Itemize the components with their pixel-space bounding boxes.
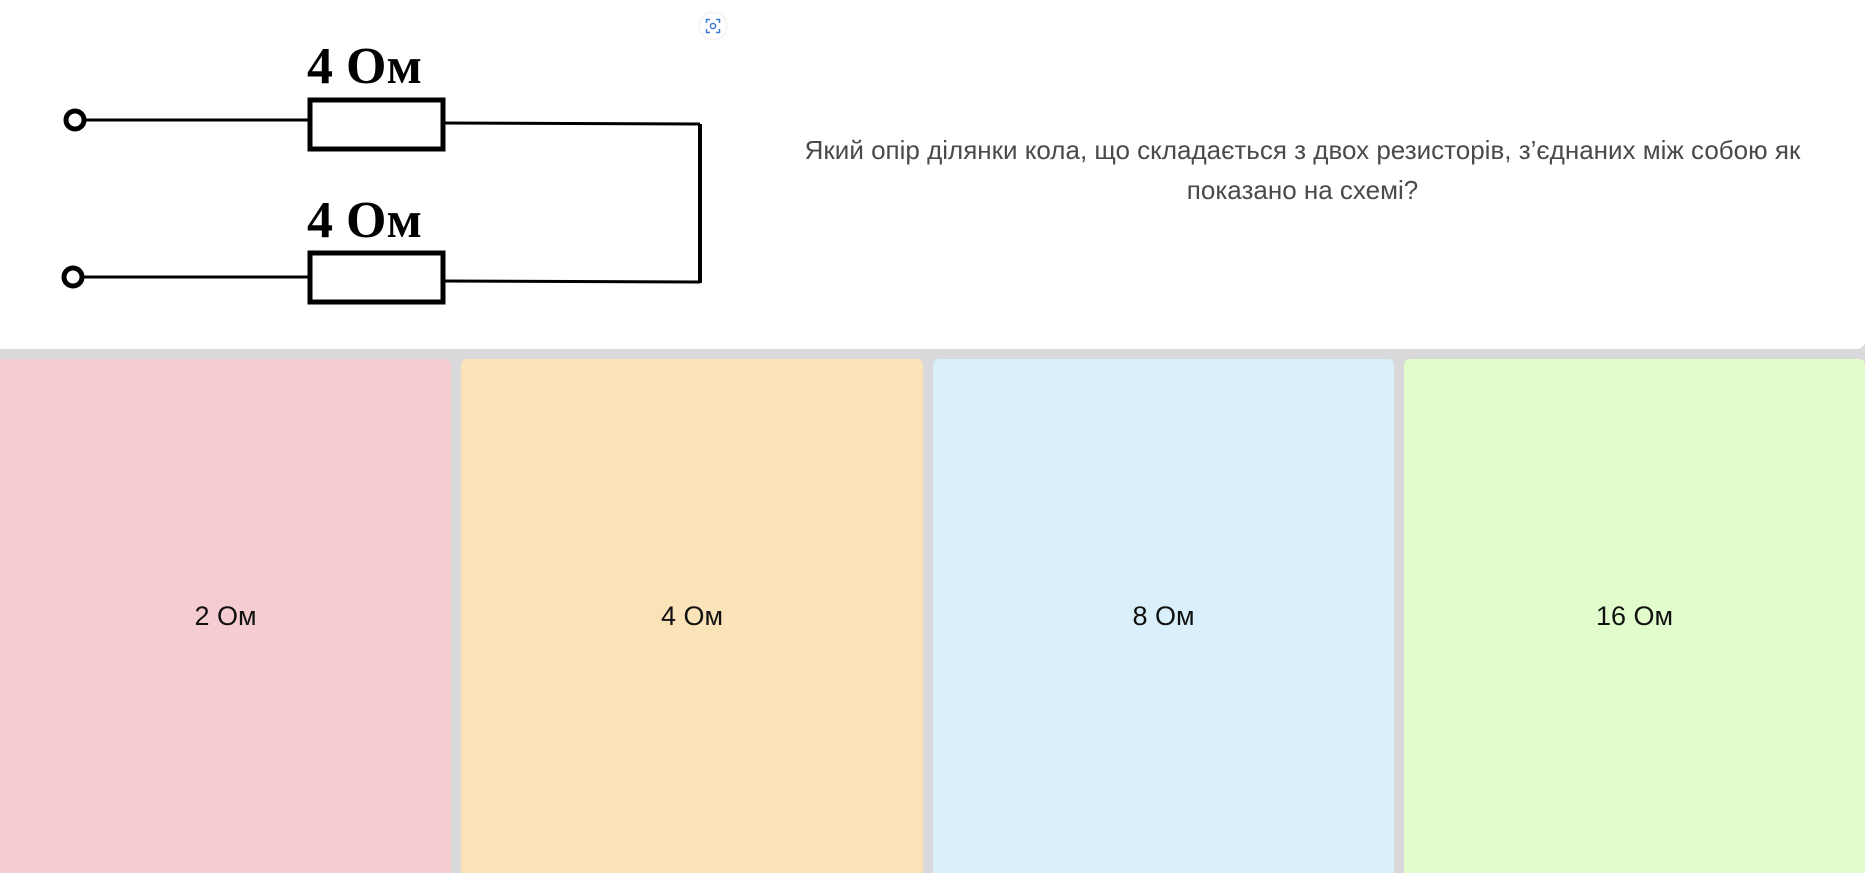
top-wire-right [442, 121, 701, 126]
top-resistor [307, 97, 446, 152]
bottom-terminal [61, 265, 85, 289]
question-text: Який опір ділянки кола, що складається з… [804, 135, 1801, 205]
answer-option-2[interactable]: 4 Ом [461, 359, 923, 873]
top-resistor-label: 4 Ом [307, 38, 422, 95]
answer-label: 8 Ом [1132, 600, 1195, 631]
answer-options: 2 Ом 4 Ом 8 Ом 16 Ом [0, 359, 1865, 873]
circuit-diagram: 4 Ом 4 Ом [50, 30, 715, 320]
answer-option-4[interactable]: 16 Ом [1404, 359, 1865, 873]
expand-image-button[interactable] [700, 13, 726, 39]
answer-label: 2 Ом [194, 600, 257, 631]
bottom-resistor-label: 4 Ом [307, 192, 422, 249]
expand-image-icon [705, 18, 721, 34]
circuit-diagram-svg: 4 Ом 4 Ом [61, 38, 702, 305]
answer-label: 16 Ом [1595, 600, 1674, 631]
top-terminal [63, 108, 87, 132]
question-card: 4 Ом 4 Ом Який опір ділянки кола, що скл… [0, 0, 1865, 349]
bottom-resistor [307, 250, 446, 305]
bottom-wire-right [442, 279, 701, 284]
answer-option-3[interactable]: 8 Ом [933, 359, 1394, 873]
answer-label: 4 Ом [660, 600, 724, 631]
answer-option-1[interactable]: 2 Ом [0, 359, 451, 873]
